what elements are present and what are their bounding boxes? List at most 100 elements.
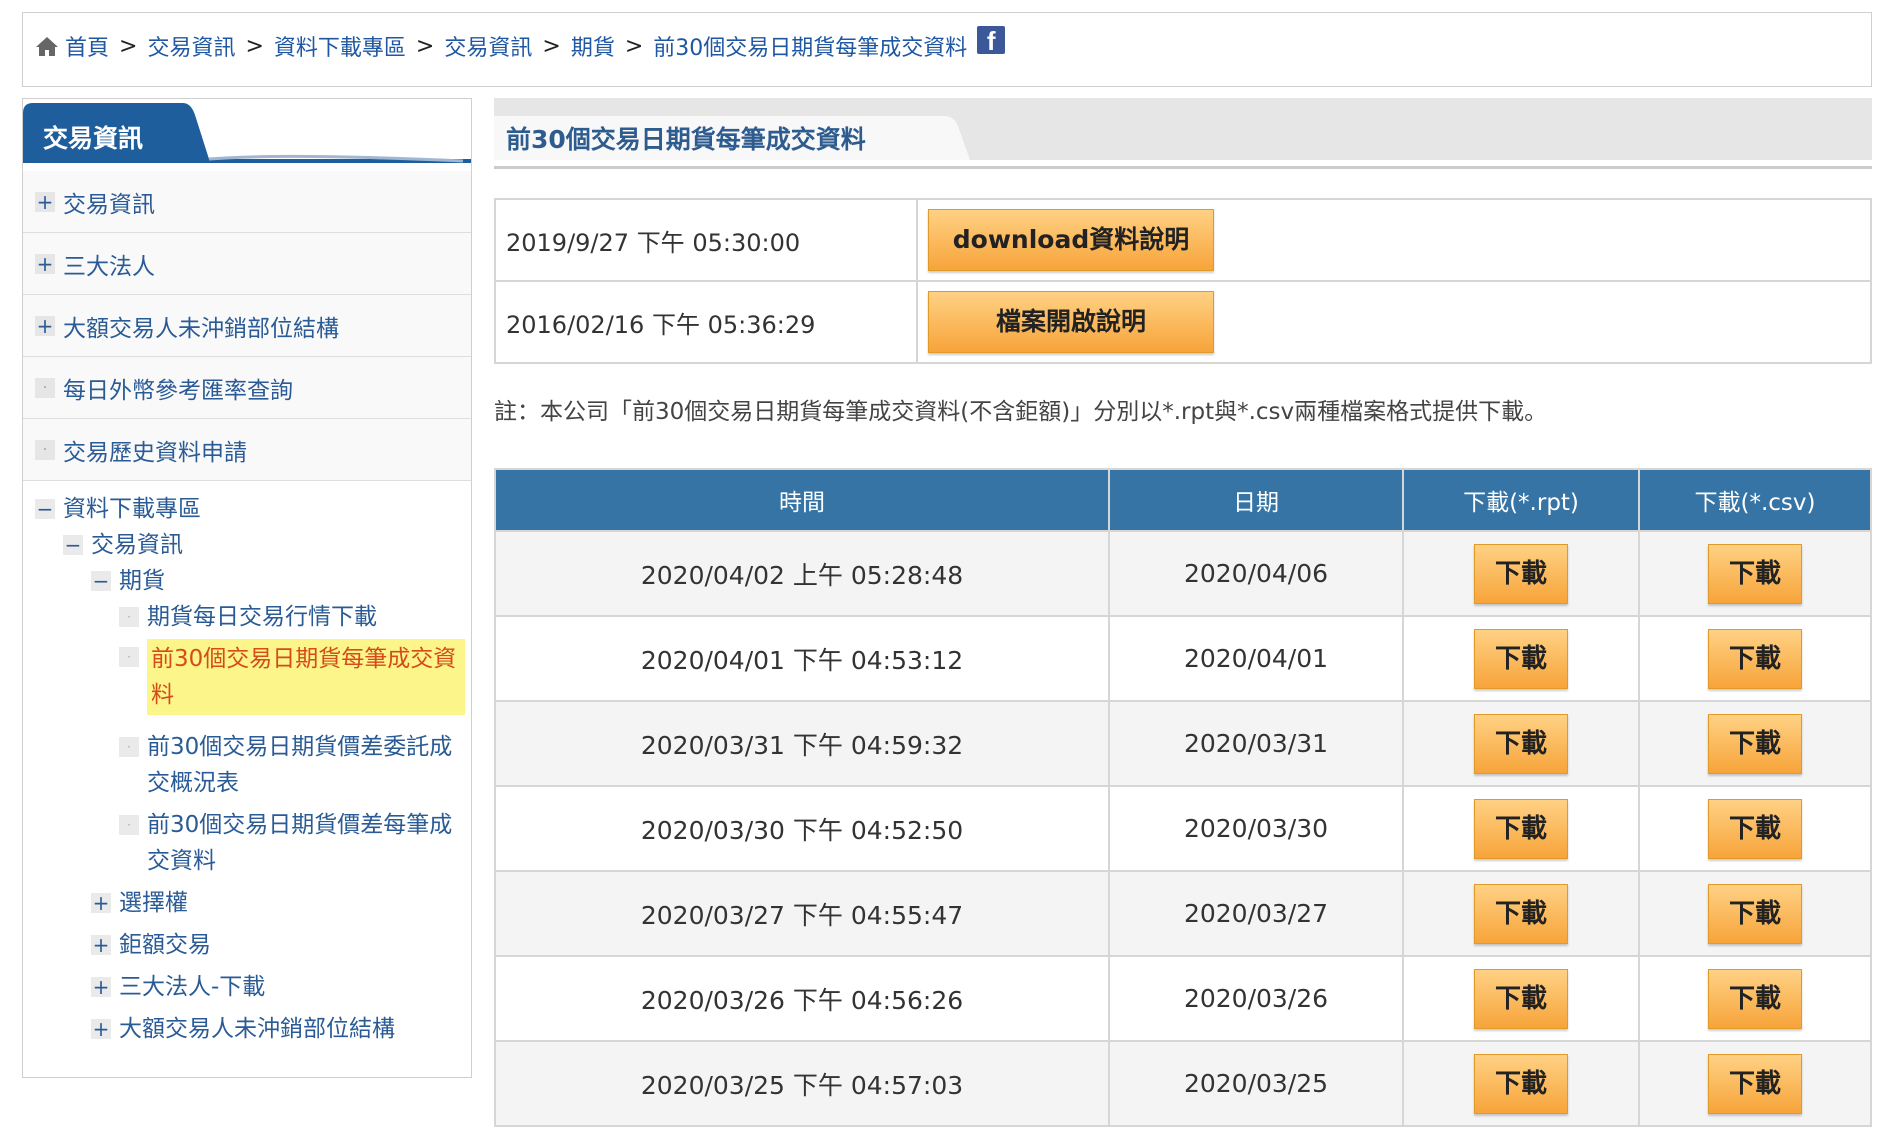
tree-item-label: 交易資訊: [91, 532, 183, 558]
download-rpt-button[interactable]: 下載: [1474, 628, 1568, 689]
download-csv-button[interactable]: 下載: [1708, 628, 1802, 689]
column-header-time: 時間: [494, 468, 1110, 532]
breadcrumb-box: 首頁 > 交易資訊 > 資料下載專區 > 交易資訊 > 期貨 > 前30個交易日…: [22, 12, 1872, 87]
download-table: 時間 日期 下載(*.rpt) 下載(*.csv) 2020/04/02 上午 …: [494, 468, 1872, 1127]
download-rpt-button[interactable]: 下載: [1474, 543, 1568, 604]
download-csv-button[interactable]: 下載: [1708, 543, 1802, 604]
breadcrumb: 首頁 > 交易資訊 > 資料下載專區 > 交易資訊 > 期貨 > 前30個交易日…: [35, 26, 1006, 62]
table-row: 2020/04/01 下午 04:53:12 2020/04/01 下載 下載: [494, 615, 1872, 702]
plus-icon: +: [35, 189, 55, 214]
tree-item-futures[interactable]: − 期貨: [23, 563, 471, 599]
plus-icon: +: [35, 251, 55, 276]
tree-item-large-trader[interactable]: + 大額交易人未沖銷部位結構: [23, 1011, 471, 1047]
breadcrumb-separator: >: [119, 33, 138, 59]
tree-item-block-trade[interactable]: + 鉅額交易: [23, 927, 471, 963]
sidebar-item-label: 每日外幣參考匯率查詢: [63, 377, 293, 404]
sidebar-title: 交易資訊: [43, 124, 144, 153]
tree-item-label: 大額交易人未沖銷部位結構: [119, 1016, 395, 1042]
home-icon: [36, 37, 58, 56]
plus-icon: +: [91, 1017, 111, 1041]
breadcrumb-trading-info-2[interactable]: 交易資訊: [444, 30, 532, 62]
tree-leaf-label: 期貨每日交易行情下載: [147, 604, 377, 630]
info-timestamp: 2016/02/16 下午 05:36:29: [494, 280, 918, 364]
sidebar: 交易資訊 + 交易資訊 + 三大法人 + 大額交易人未沖銷部位結構 · 每日外幣…: [22, 98, 472, 1078]
tree-leaf-spread-trades[interactable]: · 前30個交易日期貨價差每筆成交資料: [23, 807, 471, 879]
download-guide-button[interactable]: download資料說明: [928, 209, 1214, 271]
table-row: 2020/03/30 下午 04:52:50 2020/03/30 下載 下載: [494, 785, 1872, 872]
tree-leaf-30day-trades[interactable]: · 前30個交易日期貨每筆成交資料: [23, 639, 471, 715]
bullet-icon: ·: [119, 737, 139, 757]
cell-date: 2020/03/25: [1108, 1040, 1404, 1127]
cell-date: 2020/03/27: [1108, 870, 1404, 957]
bullet-icon: ·: [35, 377, 55, 398]
download-rpt-button[interactable]: 下載: [1474, 883, 1568, 944]
download-csv-button[interactable]: 下載: [1708, 883, 1802, 944]
breadcrumb-home[interactable]: 首頁: [65, 30, 109, 62]
tree-leaf-label: 前30個交易日期貨價差委託成交概況表: [147, 734, 453, 796]
download-csv-button[interactable]: 下載: [1708, 713, 1802, 774]
sidebar-header: 交易資訊: [23, 99, 471, 171]
table-row: 2020/03/31 下午 04:59:32 2020/03/31 下載 下載: [494, 700, 1872, 787]
download-rpt-button[interactable]: 下載: [1474, 968, 1568, 1029]
plus-icon: +: [91, 933, 111, 957]
cell-date: 2020/03/30: [1108, 785, 1404, 872]
breadcrumb-trading-info[interactable]: 交易資訊: [147, 30, 235, 62]
download-rpt-button[interactable]: 下載: [1474, 713, 1568, 774]
sidebar-item-label: 三大法人: [63, 253, 155, 280]
sidebar-item-institutional[interactable]: + 三大法人: [23, 233, 471, 295]
table-row: 2020/04/02 上午 05:28:48 2020/04/06 下載 下載: [494, 530, 1872, 617]
cell-time: 2020/04/01 下午 04:53:12: [494, 615, 1110, 702]
cell-date: 2020/04/01: [1108, 615, 1404, 702]
info-table: 2019/9/27 下午 05:30:00 download資料說明 2016/…: [494, 198, 1872, 364]
tree-item-institutional-download[interactable]: + 三大法人-下載: [23, 969, 471, 1005]
sidebar-item-history-request[interactable]: · 交易歷史資料申請: [23, 419, 471, 481]
facebook-icon[interactable]: f: [977, 26, 1006, 56]
column-header-date: 日期: [1108, 468, 1404, 532]
breadcrumb-futures[interactable]: 期貨: [571, 30, 615, 62]
download-rpt-button[interactable]: 下載: [1474, 1053, 1568, 1114]
cell-time: 2020/03/25 下午 04:57:03: [494, 1040, 1110, 1127]
tree-item-label: 選擇權: [119, 890, 188, 916]
breadcrumb-separator: >: [624, 33, 644, 59]
tree-item-download-area[interactable]: − 資料下載專區: [23, 491, 471, 527]
tree-leaf-spread-summary[interactable]: · 前30個交易日期貨價差委託成交概況表: [23, 729, 471, 801]
cell-date: 2020/03/26: [1108, 955, 1404, 1042]
table-row: 2020/03/25 下午 04:57:03 2020/03/25 下載 下載: [494, 1040, 1872, 1127]
sidebar-item-large-trader[interactable]: + 大額交易人未沖銷部位結構: [23, 295, 471, 357]
breadcrumb-separator: >: [542, 33, 561, 59]
cell-time: 2020/03/26 下午 04:56:26: [494, 955, 1110, 1042]
bullet-icon: ·: [119, 607, 139, 627]
table-header-row: 時間 日期 下載(*.rpt) 下載(*.csv): [494, 468, 1872, 532]
breadcrumb-download-area[interactable]: 資料下載專區: [274, 30, 406, 62]
note-text: 註：本公司「前30個交易日期貨每筆成交資料(不含鉅額)」分別以*.rpt與*.c…: [494, 399, 1548, 425]
breadcrumb-separator: >: [245, 33, 264, 59]
tree-item-label: 三大法人-下載: [119, 974, 266, 1000]
main-header: 前30個交易日期貨每筆成交資料: [494, 98, 1872, 170]
sidebar-item-label: 交易資訊: [63, 191, 155, 218]
cell-time: 2020/04/02 上午 05:28:48: [494, 530, 1110, 617]
file-open-guide-button[interactable]: 檔案開啟說明: [928, 291, 1214, 353]
tree-item-label: 鉅額交易: [119, 932, 211, 958]
bullet-icon: ·: [119, 815, 139, 835]
tree-leaf-daily-quotes[interactable]: · 期貨每日交易行情下載: [23, 599, 471, 635]
tree-item-trading-info[interactable]: − 交易資訊: [23, 527, 471, 563]
sidebar-item-label: 大額交易人未沖銷部位結構: [63, 315, 339, 342]
bullet-icon: ·: [119, 647, 139, 667]
bullet-icon: ·: [35, 439, 55, 460]
sidebar-item-label: 交易歷史資料申請: [63, 439, 247, 466]
breadcrumb-current[interactable]: 前30個交易日期貨每筆成交資料: [653, 30, 967, 62]
table-row: 2020/03/27 下午 04:55:47 2020/03/27 下載 下載: [494, 870, 1872, 957]
cell-time: 2020/03/31 下午 04:59:32: [494, 700, 1110, 787]
cell-time: 2020/03/27 下午 04:55:47: [494, 870, 1110, 957]
tree-leaf-label: 前30個交易日期貨每筆成交資料: [147, 639, 465, 715]
download-rpt-button[interactable]: 下載: [1474, 798, 1568, 859]
sidebar-item-fx-rate[interactable]: · 每日外幣參考匯率查詢: [23, 357, 471, 419]
sidebar-tree: − 資料下載專區 − 交易資訊 − 期貨 · 期貨每日交易行情下載 · 前30個…: [23, 481, 471, 1047]
tree-item-label: 期貨: [119, 568, 165, 594]
download-csv-button[interactable]: 下載: [1708, 798, 1802, 859]
minus-icon: −: [63, 533, 83, 557]
download-csv-button[interactable]: 下載: [1708, 968, 1802, 1029]
tree-item-options[interactable]: + 選擇權: [23, 885, 471, 921]
download-csv-button[interactable]: 下載: [1708, 1053, 1802, 1114]
sidebar-item-trading-info[interactable]: + 交易資訊: [23, 171, 471, 233]
